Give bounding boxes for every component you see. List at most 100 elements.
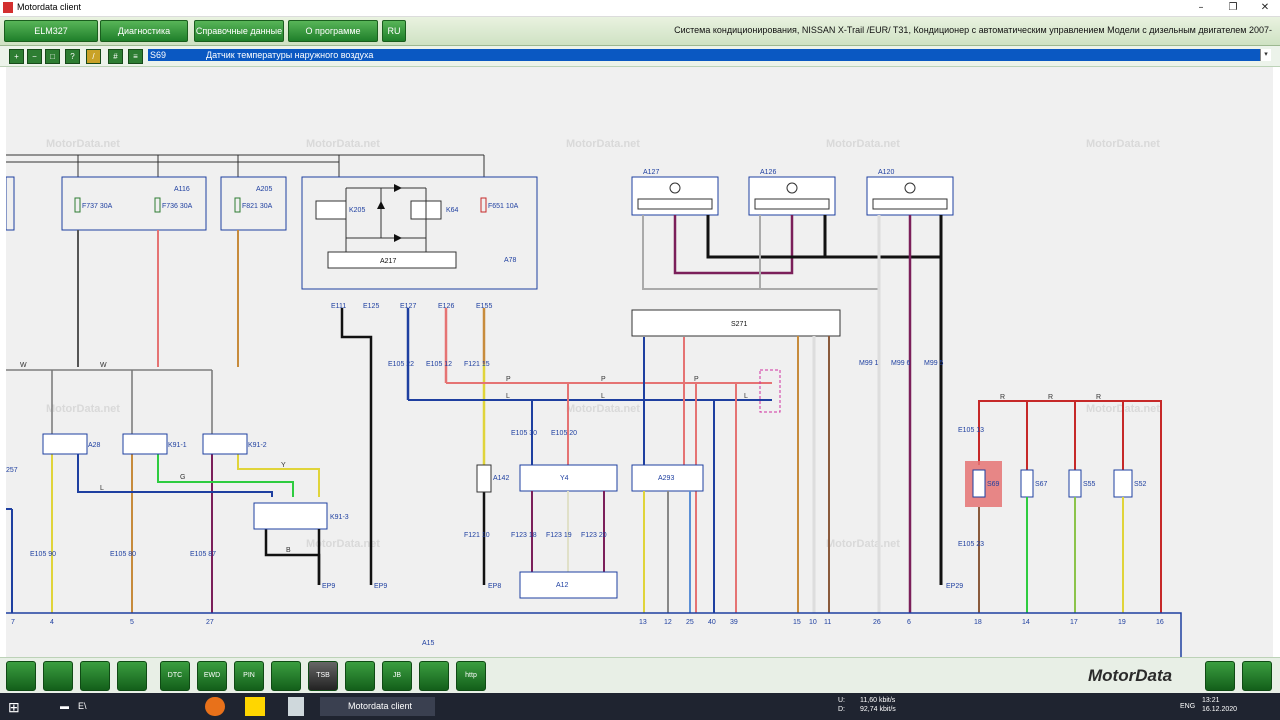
help-icon[interactable]: ? <box>65 49 80 64</box>
minimize-button[interactable]: – <box>1185 0 1217 16</box>
svg-text:17: 17 <box>1070 619 1078 626</box>
block-a78[interactable] <box>301 176 538 290</box>
svg-text:EP29: EP29 <box>946 583 963 590</box>
fuse-icon <box>74 197 81 213</box>
svg-text:EP9: EP9 <box>374 583 387 590</box>
connector-e105-23: E105 23 <box>958 541 984 548</box>
http-icon[interactable]: http <box>456 661 486 691</box>
svg-text:19: 19 <box>1118 619 1126 626</box>
valve-y4[interactable] <box>476 464 492 493</box>
svg-text:MotorData.net: MotorData.net <box>1086 138 1160 150</box>
supply-lines <box>6 154 485 177</box>
svg-text:39: 39 <box>730 619 738 626</box>
motordata-logo: MotorData <box>1088 666 1173 685</box>
taskbar-app-label: Motordata client <box>348 701 413 711</box>
svg-text:M99 1: M99 1 <box>859 360 879 367</box>
menu-diagnostics[interactable]: Диагностика <box>100 20 188 42</box>
diagnostics-icon[interactable] <box>43 661 73 691</box>
relay-k91-3[interactable] <box>202 433 248 455</box>
chevron-down-icon[interactable]: ▾ <box>1260 49 1271 61</box>
menu-reference-data[interactable]: Справочные данные <box>194 20 284 42</box>
block-a142[interactable] <box>253 502 328 530</box>
lower-connectors: E105 90 E105 80 E105 87 <box>30 551 216 558</box>
label-a28: S271 <box>731 321 747 328</box>
home-icon[interactable] <box>6 661 36 691</box>
block-a15-border <box>6 612 1182 657</box>
jb-icon[interactable]: JB <box>382 661 412 691</box>
svg-text:W: W <box>100 362 107 369</box>
sensor-s67[interactable] <box>1020 469 1034 498</box>
label-k205: K205 <box>349 207 365 214</box>
menu-language[interactable]: RU <box>382 20 406 42</box>
wiring-diagram[interactable]: MotorData.net MotorData.net MotorData.ne… <box>6 67 1273 657</box>
svg-text:Y: Y <box>281 462 286 469</box>
firefox-icon[interactable] <box>205 697 225 716</box>
svg-text:F123 18: F123 18 <box>511 532 537 539</box>
svg-text:G: G <box>180 474 185 481</box>
notepad-icon[interactable] <box>288 697 304 716</box>
label-a205: A205 <box>256 186 272 193</box>
pen-icon[interactable]: / <box>86 49 101 64</box>
svg-text:R: R <box>1048 394 1053 401</box>
windows-start-icon[interactable]: ⊞ <box>8 699 20 716</box>
clock[interactable]: 13:21 16.12.2020 <box>1202 696 1237 714</box>
service-icon[interactable] <box>271 661 301 691</box>
taskbar-motordata[interactable]: Motordata client <box>320 697 435 716</box>
exit-icon[interactable] <box>1242 661 1272 691</box>
selector-code: S69 <box>150 50 167 60</box>
bottom-toolbar: DTC EWD PIN DATA TSB JB http MotorData <box>0 657 1280 707</box>
drive-icon[interactable]: ▬ <box>60 697 69 716</box>
label-a116: A116 <box>174 186 190 193</box>
zoom-out-icon[interactable]: − <box>27 49 42 64</box>
svg-text:16: 16 <box>1156 619 1164 626</box>
sensor-s55[interactable] <box>1068 469 1082 498</box>
svg-text:14: 14 <box>1022 619 1030 626</box>
sensor-s69[interactable] <box>972 469 986 498</box>
label-a15: A15 <box>422 640 435 647</box>
taskbar-drive-label[interactable]: E\ <box>78 697 87 716</box>
svg-text:MotorData.net: MotorData.net <box>826 538 900 550</box>
pin-data-icon[interactable]: PIN DATA <box>234 661 264 707</box>
svg-text:MotorData.net: MotorData.net <box>566 403 640 415</box>
partial-box-left <box>6 176 15 231</box>
svg-text:R: R <box>1000 394 1005 401</box>
ewd-icon[interactable]: EWD <box>197 661 227 691</box>
vehicle-icon[interactable] <box>345 661 375 691</box>
maximize-button[interactable]: ❐ <box>1217 0 1249 16</box>
sensor-output-wires <box>978 497 1124 613</box>
table-icon[interactable]: ≡ <box>128 49 143 64</box>
svg-text:E105 22: E105 22 <box>388 361 414 368</box>
taskbar: ⊞ ▬ E\ Motordata client U: D: 11,60 kbit/… <box>0 693 1280 720</box>
language-indicator[interactable]: ENG <box>1180 702 1195 711</box>
codes-icon[interactable] <box>419 661 449 691</box>
svg-text:E125: E125 <box>363 303 379 310</box>
label-s271: A12 <box>556 582 569 589</box>
component-selector[interactable]: S69 Датчик температуры наружного воздуха… <box>148 49 1271 61</box>
label-a142: K91-3 <box>330 514 349 521</box>
app-icon[interactable] <box>245 697 265 716</box>
relay-k91-1[interactable] <box>42 433 88 455</box>
obd-icon[interactable] <box>80 661 110 691</box>
relay-k91-2[interactable] <box>122 433 168 455</box>
diode-icon <box>394 234 402 242</box>
svg-text:MotorData.net: MotorData.net <box>826 138 900 150</box>
label-257: 257 <box>6 467 18 474</box>
grid-icon[interactable]: # <box>108 49 123 64</box>
wire-letters-left: W W L G Y B <box>20 362 291 554</box>
menu-elm327[interactable]: ELM327 <box>4 20 98 42</box>
close-button[interactable]: ✕ <box>1249 0 1280 16</box>
settings-icon[interactable] <box>117 661 147 691</box>
svg-text:5: 5 <box>130 619 134 626</box>
tsb-icon[interactable]: TSB <box>308 661 338 691</box>
svg-text:25: 25 <box>686 619 694 626</box>
zoom-in-icon[interactable]: + <box>9 49 24 64</box>
dtc-icon[interactable]: DTC <box>160 661 190 691</box>
net-speed: 11,60 kbit/s 92,74 kbit/s <box>860 697 896 713</box>
fit-icon[interactable]: □ <box>45 49 60 64</box>
block-s271[interactable] <box>519 571 618 599</box>
sensor-s52[interactable] <box>1113 469 1133 498</box>
svg-text:E105 90: E105 90 <box>30 551 56 558</box>
print-icon[interactable] <box>1205 661 1235 691</box>
label-s55: S55 <box>1083 481 1096 488</box>
menu-about[interactable]: О программе <box>288 20 378 42</box>
